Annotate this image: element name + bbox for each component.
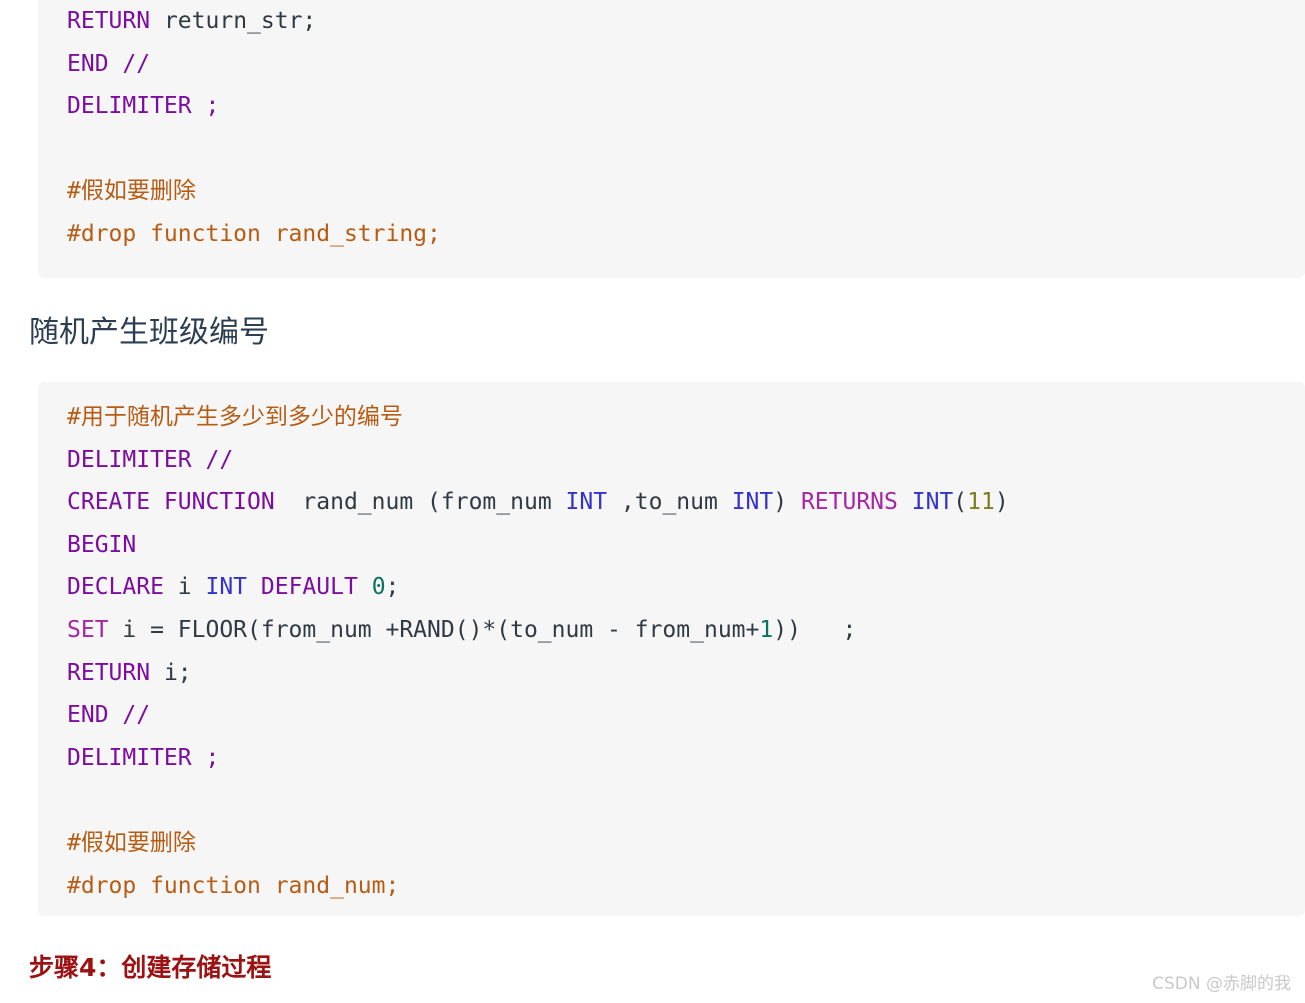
code-token: DELIMITER bbox=[67, 446, 192, 473]
code-line: #假如要删除 bbox=[38, 822, 1305, 865]
code-line: #假如要删除 bbox=[38, 170, 1305, 213]
code-token: DEFAULT bbox=[260, 574, 358, 601]
code-token: return_str; bbox=[163, 8, 317, 34]
code-line: RETURN i; bbox=[38, 652, 1305, 695]
code-token: DECLARE bbox=[67, 574, 164, 601]
code-token: ; bbox=[191, 93, 220, 120]
code-token: // bbox=[191, 446, 234, 473]
step-heading-create-stored-procedure: 步骤4：创建存储过程 bbox=[29, 953, 272, 982]
code-token: ; bbox=[191, 744, 220, 771]
code-token: END bbox=[67, 50, 109, 77]
code-token: #假如要删除 bbox=[67, 178, 196, 205]
code-line: DELIMITER // bbox=[38, 439, 1305, 482]
code-token: INT bbox=[911, 489, 954, 516]
code-line: END // bbox=[38, 43, 1305, 86]
code-line: SET i = FLOOR(from_num +RAND()*(to_num -… bbox=[38, 609, 1305, 652]
document-page: RETURN return_str; END //DELIMITER ; #假如要… bbox=[0, 0, 1305, 1003]
code-line: #drop function rand_string; bbox=[38, 213, 1305, 256]
csdn-watermark: CSDN @赤脚的我 bbox=[1152, 974, 1291, 994]
code-line: CREATE FUNCTION rand_num (from_num INT ,… bbox=[38, 481, 1305, 524]
code-token: rand_num (from_num bbox=[274, 489, 566, 516]
code-block-rand-string: RETURN return_str; END //DELIMITER ; #假如要… bbox=[38, 0, 1305, 278]
code-token: // bbox=[122, 702, 151, 729]
code-token: END bbox=[67, 702, 109, 729]
code-block-rand-num: #用于随机产生多少到多少的编号 DELIMITER //CREATE FUNCTI… bbox=[38, 382, 1305, 916]
code-token: DELIMITER bbox=[67, 93, 192, 120]
code-token: i; bbox=[150, 659, 192, 686]
code-token: SET bbox=[67, 616, 109, 643]
code-token: #假如要删除 bbox=[67, 829, 196, 856]
code-line: #用于随机产生多少到多少的编号 bbox=[38, 396, 1305, 439]
code-token: RETURNS bbox=[800, 489, 898, 516]
code-token: ) bbox=[994, 489, 1009, 516]
code-token: CREATE FUNCTION bbox=[67, 489, 275, 516]
code-token: // bbox=[122, 50, 151, 77]
code-token: ) bbox=[773, 489, 801, 516]
code-line: END // bbox=[38, 694, 1305, 737]
code-token: #drop function rand_string; bbox=[67, 220, 441, 247]
code-line: DECLARE i INT DEFAULT 0; bbox=[38, 566, 1305, 609]
code-token: 1 bbox=[759, 616, 774, 643]
code-token: RETURN bbox=[67, 659, 151, 686]
code-token: INT bbox=[565, 489, 608, 516]
code-line: #drop function rand_num; bbox=[38, 865, 1305, 908]
code-token: ,to_num bbox=[607, 489, 732, 516]
code-token: 0 bbox=[371, 574, 386, 601]
code-token: ; bbox=[385, 574, 400, 601]
code-token: INT bbox=[205, 574, 248, 601]
code-line: RETURN return_str; bbox=[38, 0, 1305, 43]
code-token: #drop function rand_num; bbox=[67, 872, 400, 899]
code-token: INT bbox=[731, 489, 774, 516]
code-line: DELIMITER ; bbox=[38, 737, 1305, 780]
section-heading-random-class-number: 随机产生班级编号 bbox=[29, 315, 269, 350]
code-token: ( bbox=[953, 489, 968, 516]
code-token: )) ; bbox=[773, 616, 857, 643]
code-token: i = FLOOR(from_num +RAND()*(to_num - fro… bbox=[108, 616, 760, 643]
code-line: DELIMITER ; bbox=[38, 85, 1305, 128]
code-token: DELIMITER bbox=[67, 744, 192, 771]
code-line: BEGIN bbox=[38, 524, 1305, 567]
code-token: i bbox=[163, 574, 206, 601]
code-token: #用于随机产生多少到多少的编号 bbox=[67, 404, 403, 430]
code-token: RETURN bbox=[67, 8, 151, 34]
code-token: 11 bbox=[967, 489, 995, 516]
code-token: BEGIN bbox=[67, 531, 137, 558]
